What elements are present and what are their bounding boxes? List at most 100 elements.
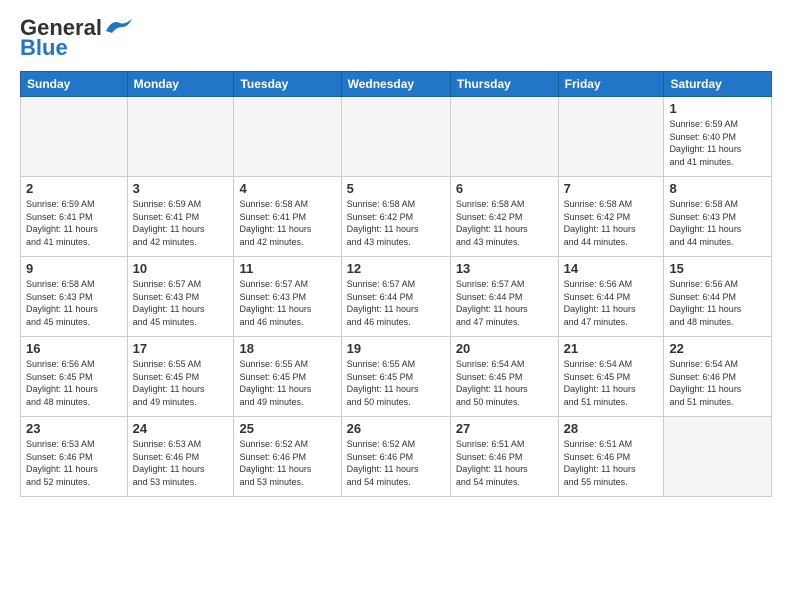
- table-row: [450, 97, 558, 177]
- col-thursday: Thursday: [450, 72, 558, 97]
- logo-blue: Blue: [20, 35, 68, 61]
- logo: General Blue: [20, 16, 132, 61]
- table-row: 28 Sunrise: 6:51 AM Sunset: 6:46 PM Dayli…: [558, 417, 664, 497]
- table-row: 25 Sunrise: 6:52 AM Sunset: 6:46 PM Dayli…: [234, 417, 341, 497]
- header: General Blue: [20, 16, 772, 61]
- day-info: Sunrise: 6:54 AM Sunset: 6:46 PM Dayligh…: [669, 358, 766, 408]
- table-row: 20 Sunrise: 6:54 AM Sunset: 6:45 PM Dayli…: [450, 337, 558, 417]
- table-row: 17 Sunrise: 6:55 AM Sunset: 6:45 PM Dayli…: [127, 337, 234, 417]
- day-number: 8: [669, 181, 766, 196]
- calendar-week-row: 9 Sunrise: 6:58 AM Sunset: 6:43 PM Daylig…: [21, 257, 772, 337]
- table-row: 26Sunrise: 6:52 AM Sunset: 6:46 PM Dayli…: [341, 417, 450, 497]
- day-number: 19: [347, 341, 445, 356]
- table-row: 15Sunrise: 6:56 AM Sunset: 6:44 PM Dayli…: [664, 257, 772, 337]
- day-info: Sunrise: 6:54 AM Sunset: 6:45 PM Dayligh…: [564, 358, 659, 408]
- table-row: 5 Sunrise: 6:58 AM Sunset: 6:42 PM Daylig…: [341, 177, 450, 257]
- calendar-body: 1 Sunrise: 6:59 AM Sunset: 6:40 PM Daylig…: [21, 97, 772, 497]
- table-row: 3Sunrise: 6:59 AM Sunset: 6:41 PM Daylig…: [127, 177, 234, 257]
- table-row: 13 Sunrise: 6:57 AM Sunset: 6:44 PM Dayli…: [450, 257, 558, 337]
- day-number: 13: [456, 261, 553, 276]
- calendar-week-row: 2 Sunrise: 6:59 AM Sunset: 6:41 PM Daylig…: [21, 177, 772, 257]
- calendar-header: Sunday Monday Tuesday Wednesday Thursday…: [21, 72, 772, 97]
- day-number: 6: [456, 181, 553, 196]
- calendar-table: Sunday Monday Tuesday Wednesday Thursday…: [20, 71, 772, 497]
- logo-bird-icon: [104, 17, 132, 35]
- table-row: 11 Sunrise: 6:57 AM Sunset: 6:43 PM Dayli…: [234, 257, 341, 337]
- page: General Blue Sunday Monday Tuesday Wedne…: [0, 0, 792, 612]
- day-number: 20: [456, 341, 553, 356]
- day-info: Sunrise: 6:55 AM Sunset: 6:45 PM Dayligh…: [133, 358, 229, 408]
- day-number: 28: [564, 421, 659, 436]
- table-row: 18 Sunrise: 6:55 AM Sunset: 6:45 PM Dayli…: [234, 337, 341, 417]
- day-number: 27: [456, 421, 553, 436]
- day-info: Sunrise: 6:58 AM Sunset: 6:41 PM Dayligh…: [239, 198, 335, 248]
- day-info: Sunrise: 6:51 AM Sunset: 6:46 PM Dayligh…: [564, 438, 659, 488]
- day-info: Sunrise: 6:57 AM Sunset: 6:43 PM Dayligh…: [133, 278, 229, 328]
- day-number: 15: [669, 261, 766, 276]
- day-number: 5: [347, 181, 445, 196]
- day-info: Sunrise: 6:57 AM Sunset: 6:44 PM Dayligh…: [347, 278, 445, 328]
- col-saturday: Saturday: [664, 72, 772, 97]
- table-row: 24 Sunrise: 6:53 AM Sunset: 6:46 PM Dayli…: [127, 417, 234, 497]
- day-info: Sunrise: 6:58 AM Sunset: 6:42 PM Dayligh…: [564, 198, 659, 248]
- day-info: Sunrise: 6:52 AM Sunset: 6:46 PM Dayligh…: [239, 438, 335, 488]
- day-info: Sunrise: 6:59 AM Sunset: 6:40 PM Dayligh…: [669, 118, 766, 168]
- table-row: [341, 97, 450, 177]
- day-number: 24: [133, 421, 229, 436]
- col-wednesday: Wednesday: [341, 72, 450, 97]
- table-row: 2 Sunrise: 6:59 AM Sunset: 6:41 PM Daylig…: [21, 177, 128, 257]
- day-info: Sunrise: 6:58 AM Sunset: 6:43 PM Dayligh…: [669, 198, 766, 248]
- day-number: 10: [133, 261, 229, 276]
- header-row: Sunday Monday Tuesday Wednesday Thursday…: [21, 72, 772, 97]
- day-number: 25: [239, 421, 335, 436]
- day-number: 7: [564, 181, 659, 196]
- table-row: 8 Sunrise: 6:58 AM Sunset: 6:43 PM Daylig…: [664, 177, 772, 257]
- day-info: Sunrise: 6:57 AM Sunset: 6:44 PM Dayligh…: [456, 278, 553, 328]
- table-row: 19 Sunrise: 6:55 AM Sunset: 6:45 PM Dayli…: [341, 337, 450, 417]
- day-info: Sunrise: 6:59 AM Sunset: 6:41 PM Dayligh…: [26, 198, 122, 248]
- day-info: Sunrise: 6:54 AM Sunset: 6:45 PM Dayligh…: [456, 358, 553, 408]
- day-info: Sunrise: 6:55 AM Sunset: 6:45 PM Dayligh…: [347, 358, 445, 408]
- table-row: 12 Sunrise: 6:57 AM Sunset: 6:44 PM Dayli…: [341, 257, 450, 337]
- day-info: Sunrise: 6:51 AM Sunset: 6:46 PM Dayligh…: [456, 438, 553, 488]
- table-row: [558, 97, 664, 177]
- table-row: [127, 97, 234, 177]
- table-row: [234, 97, 341, 177]
- col-monday: Monday: [127, 72, 234, 97]
- table-row: 4 Sunrise: 6:58 AM Sunset: 6:41 PM Daylig…: [234, 177, 341, 257]
- table-row: 22 Sunrise: 6:54 AM Sunset: 6:46 PM Dayli…: [664, 337, 772, 417]
- table-row: 9 Sunrise: 6:58 AM Sunset: 6:43 PM Daylig…: [21, 257, 128, 337]
- day-info: Sunrise: 6:53 AM Sunset: 6:46 PM Dayligh…: [133, 438, 229, 488]
- day-info: Sunrise: 6:56 AM Sunset: 6:45 PM Dayligh…: [26, 358, 122, 408]
- day-number: 9: [26, 261, 122, 276]
- table-row: 23 Sunrise: 6:53 AM Sunset: 6:46 PM Dayli…: [21, 417, 128, 497]
- day-number: 4: [239, 181, 335, 196]
- day-number: 17: [133, 341, 229, 356]
- day-number: 23: [26, 421, 122, 436]
- day-info: Sunrise: 6:58 AM Sunset: 6:42 PM Dayligh…: [347, 198, 445, 248]
- col-friday: Friday: [558, 72, 664, 97]
- table-row: 21 Sunrise: 6:54 AM Sunset: 6:45 PM Dayli…: [558, 337, 664, 417]
- day-number: 12: [347, 261, 445, 276]
- day-number: 16: [26, 341, 122, 356]
- day-info: Sunrise: 6:56 AM Sunset: 6:44 PM Dayligh…: [564, 278, 659, 328]
- day-info: Sunrise: 6:58 AM Sunset: 6:43 PM Dayligh…: [26, 278, 122, 328]
- day-number: 11: [239, 261, 335, 276]
- table-row: [21, 97, 128, 177]
- table-row: 14 Sunrise: 6:56 AM Sunset: 6:44 PM Dayli…: [558, 257, 664, 337]
- day-info: Sunrise: 6:57 AM Sunset: 6:43 PM Dayligh…: [239, 278, 335, 328]
- day-info: Sunrise: 6:58 AM Sunset: 6:42 PM Dayligh…: [456, 198, 553, 248]
- day-number: 22: [669, 341, 766, 356]
- day-info: Sunrise: 6:53 AM Sunset: 6:46 PM Dayligh…: [26, 438, 122, 488]
- day-number: 21: [564, 341, 659, 356]
- calendar-week-row: 1 Sunrise: 6:59 AM Sunset: 6:40 PM Daylig…: [21, 97, 772, 177]
- day-info: Sunrise: 6:55 AM Sunset: 6:45 PM Dayligh…: [239, 358, 335, 408]
- day-number: 14: [564, 261, 659, 276]
- table-row: 1 Sunrise: 6:59 AM Sunset: 6:40 PM Daylig…: [664, 97, 772, 177]
- day-number: 18: [239, 341, 335, 356]
- day-info: Sunrise: 6:59 AM Sunset: 6:41 PM Dayligh…: [133, 198, 229, 248]
- col-tuesday: Tuesday: [234, 72, 341, 97]
- day-number: 1: [669, 101, 766, 116]
- day-number: 2: [26, 181, 122, 196]
- calendar-week-row: 23 Sunrise: 6:53 AM Sunset: 6:46 PM Dayli…: [21, 417, 772, 497]
